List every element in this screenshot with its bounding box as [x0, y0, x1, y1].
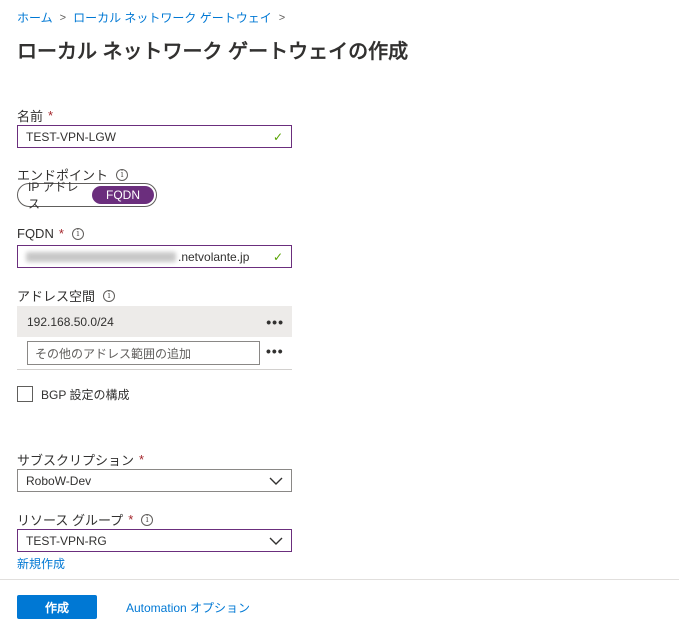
checkmark-icon: ✓ [272, 129, 283, 144]
info-icon[interactable]: i [71, 227, 84, 240]
subscription-select[interactable]: RoboW-Dev [17, 469, 292, 492]
breadcrumb-separator: > [278, 11, 286, 24]
required-mark: * [128, 512, 134, 527]
info-icon[interactable]: i [103, 289, 116, 302]
info-icon[interactable]: i [116, 168, 129, 181]
redacted-hostname [26, 251, 176, 262]
checkmark-icon: ✓ [272, 249, 283, 264]
resource-group-label-text: リソース グループ [17, 513, 124, 528]
more-options-icon[interactable]: ••• [266, 343, 284, 359]
required-mark: * [58, 226, 64, 241]
bgp-label: BGP 設定の構成 [41, 388, 130, 402]
name-input[interactable]: TEST-VPN-LGW ✓ [17, 125, 292, 148]
address-space-label-text: アドレス空間 [17, 289, 96, 304]
page-title: ローカル ネットワーク ゲートウェイの作成 [17, 41, 409, 63]
required-mark: * [139, 452, 145, 467]
chevron-down-icon [269, 477, 283, 485]
endpoint-option-fqdn[interactable]: FQDN [92, 186, 154, 204]
fqdn-suffix: .netvolante.jp [178, 249, 250, 264]
fqdn-label-text: FQDN [17, 226, 54, 241]
address-space-label: アドレス空間 i [17, 286, 116, 305]
add-address-range-placeholder: その他のアドレス範囲の追加 [35, 346, 192, 361]
endpoint-option-ip[interactable]: IP アドレス [20, 180, 90, 211]
bgp-checkbox[interactable] [17, 386, 33, 402]
add-address-range-input[interactable]: その他のアドレス範囲の追加 [27, 341, 260, 365]
create-new-resource-group-link[interactable]: 新規作成 [17, 555, 65, 572]
subscription-value: RoboW-Dev [26, 473, 92, 488]
breadcrumb-separator: > [59, 11, 67, 24]
fqdn-input[interactable]: .netvolante.jp ✓ [17, 245, 292, 268]
resource-group-select[interactable]: TEST-VPN-RG [17, 529, 292, 552]
resource-group-label: リソース グループ * i [17, 510, 154, 529]
required-mark: * [48, 108, 54, 123]
subscription-label-text: サブスクリプション [17, 453, 135, 468]
breadcrumb-home-link[interactable]: ホーム [17, 9, 53, 26]
name-label: 名前 * [17, 106, 53, 125]
fqdn-value: .netvolante.jp [26, 250, 249, 264]
fqdn-label: FQDN * i [17, 226, 84, 241]
footer-divider [0, 579, 679, 580]
breadcrumb: ホーム > ローカル ネットワーク ゲートウェイ > [17, 9, 292, 26]
subscription-label: サブスクリプション * [17, 450, 144, 469]
address-space-row[interactable]: 192.168.50.0/24 ••• [17, 306, 292, 337]
name-input-value: TEST-VPN-LGW [26, 129, 117, 144]
more-options-icon[interactable]: ••• [266, 314, 284, 330]
endpoint-toggle: IP アドレス FQDN [17, 180, 157, 211]
resource-group-value: TEST-VPN-RG [26, 533, 107, 548]
name-label-text: 名前 [17, 109, 44, 124]
automation-options-link[interactable]: Automation オプション [126, 599, 250, 616]
breadcrumb-current-link[interactable]: ローカル ネットワーク ゲートウェイ [73, 9, 272, 26]
info-icon[interactable]: i [141, 513, 154, 526]
divider [17, 369, 292, 370]
chevron-down-icon [269, 537, 283, 545]
address-space-value: 192.168.50.0/24 [27, 314, 114, 329]
create-button[interactable]: 作成 [17, 595, 97, 619]
